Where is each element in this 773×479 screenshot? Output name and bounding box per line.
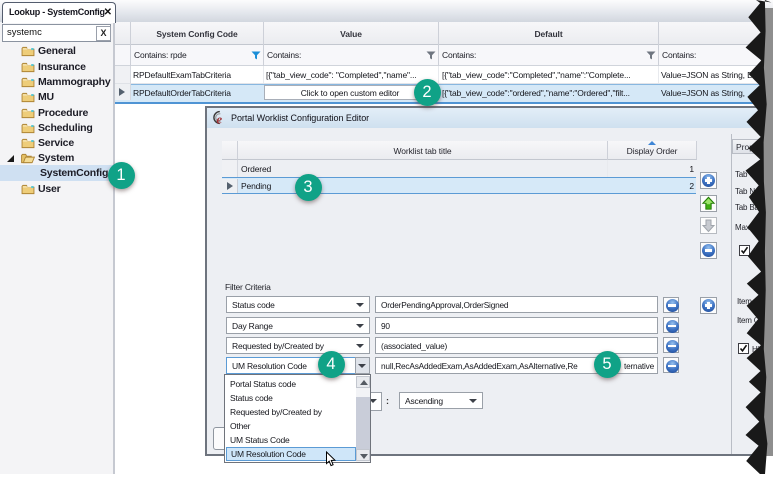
svg-text:e: e: [216, 112, 222, 127]
